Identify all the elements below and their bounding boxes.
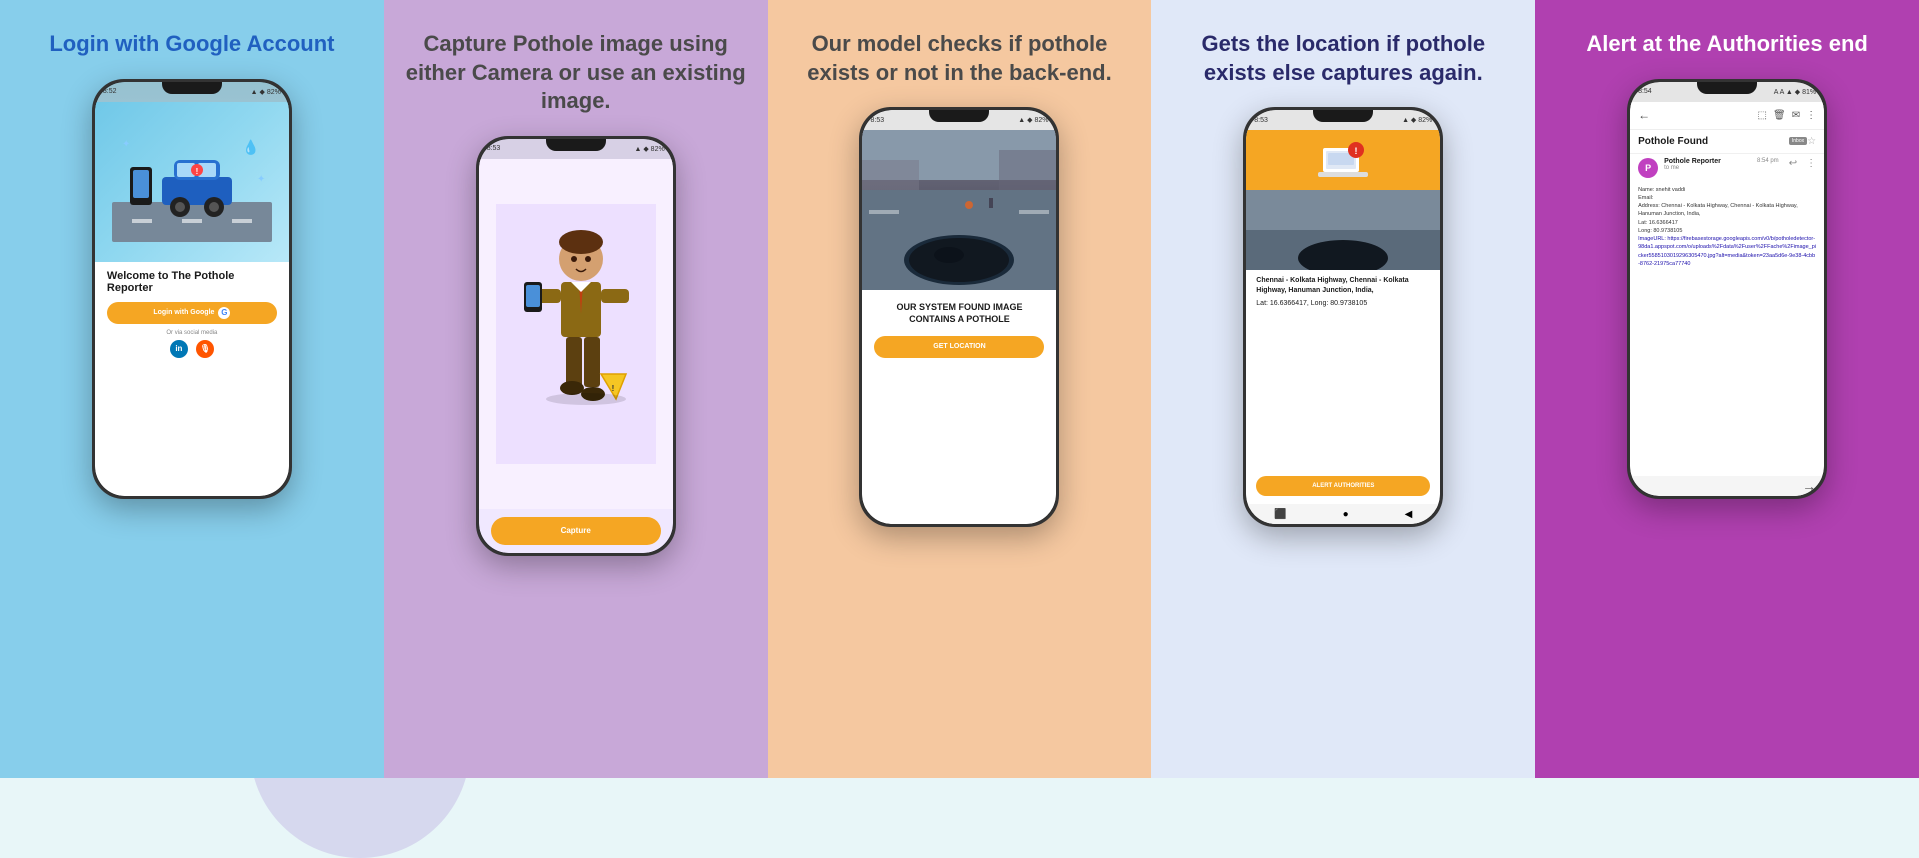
phone-2-notch: [546, 139, 606, 151]
email-forward-arrow[interactable]: →: [1802, 478, 1816, 494]
phone-4-notch: [1313, 110, 1373, 122]
email-body-imageurl: ImageURL: https://firebasestorage.google…: [1638, 235, 1816, 268]
panel-capture: Capture Pothole image using either Camer…: [384, 0, 768, 778]
phone-4-nav: ⬛ ● ◀: [1246, 504, 1440, 524]
svg-text:!: !: [611, 384, 614, 393]
svg-text:💧: 💧: [242, 139, 259, 156]
svg-text:!: !: [196, 167, 199, 176]
phone-4-photo: [1246, 190, 1440, 270]
social-icons-row: in 🎙: [107, 340, 277, 358]
sender-info: Pothole Reporter to me: [1664, 158, 1751, 171]
phone-2-screen: 8:53 ▲ ◆ 82%: [479, 139, 673, 553]
email-archive-icon[interactable]: ⬚: [1758, 110, 1767, 121]
status-time-1: 8:52: [103, 88, 117, 95]
panel-model-check: Our model checks if pothole exists or no…: [768, 0, 1152, 778]
panel-location: Gets the location if pothole exists else…: [1151, 0, 1535, 778]
model-result-area: OUR SYSTEM FOUND IMAGE CONTAINS A POTHOL…: [862, 290, 1056, 524]
sender-name: Pothole Reporter: [1664, 158, 1751, 165]
phone-1-illustration: ! 💧 ✦ ✦: [95, 102, 289, 262]
reply-icon[interactable]: ↩: [1789, 158, 1797, 169]
road-photo-svg: [862, 130, 1056, 290]
email-back-arrow[interactable]: ←: [1638, 108, 1650, 122]
email-subject: Pothole Found: [1638, 136, 1785, 147]
email-body-email: Email:: [1638, 194, 1816, 202]
nav-circle-icon[interactable]: ●: [1343, 509, 1349, 520]
phone-3-screen: 8:53 ▲ ◆ 82%: [862, 110, 1056, 524]
email-body-address: Address: Chennai - Kolkata Highway, Chen…: [1638, 202, 1816, 219]
phone-1-content: 8:52 ▲ ◆ 82%: [95, 82, 289, 496]
phone-4: 8:53 ▲ ◆ 82%: [1243, 107, 1443, 527]
panel-3-title: Our model checks if pothole exists or no…: [788, 30, 1132, 87]
panel-2-title: Capture Pothole image using either Camer…: [404, 30, 748, 116]
phone-3: 8:53 ▲ ◆ 82%: [859, 107, 1059, 527]
phone-4-location-text: Chennai - Kolkata Highway, Chennai - Kol…: [1256, 276, 1430, 296]
phone-1-login-area: Welcome to The Pothole Reporter Login wi…: [95, 262, 289, 496]
status-icons-1: ▲ ◆ 82%: [251, 88, 281, 96]
email-more-icon[interactable]: ⋮: [1806, 110, 1816, 121]
pothole-photo: [862, 130, 1056, 290]
email-header: ← ⬚ 🗑 ✉ ⋮: [1630, 102, 1824, 130]
capture-illustration-svg: !: [496, 204, 656, 464]
laptop-alert-svg: !: [1318, 140, 1368, 180]
email-body-long: Long: 80.9738105: [1638, 227, 1816, 235]
panel-4-title: Gets the location if pothole exists else…: [1171, 30, 1515, 87]
email-body: Name: snehit vaddi Email: Address: Chenn…: [1630, 182, 1824, 476]
google-login-button[interactable]: Login with Google G: [107, 302, 277, 324]
phone-4-screen: 8:53 ▲ ◆ 82%: [1246, 110, 1440, 524]
phone-2-content: 8:53 ▲ ◆ 82%: [479, 139, 673, 553]
phone-5: 8:54 A A ▲ ◆ 81% ← ⬚ 🗑 ✉ ⋮ Pothole Found: [1627, 79, 1827, 499]
email-subject-row: Pothole Found Inbox ☆: [1630, 130, 1824, 154]
get-location-button[interactable]: GET LOCATION: [874, 336, 1044, 358]
panel-login: Login with Google Account 8:52 ▲ ◆ 82%: [0, 0, 384, 778]
panel-5-title: Alert at the Authorities end: [1586, 30, 1868, 59]
email-timestamp: 8:54 pm: [1757, 158, 1779, 164]
star-icon[interactable]: ☆: [1807, 136, 1816, 147]
phone-1-screen: 8:52 ▲ ◆ 82%: [95, 82, 289, 496]
phone-4-header: !: [1246, 130, 1440, 190]
phone-3-notch: [929, 110, 989, 122]
svg-text:!: !: [1355, 146, 1358, 156]
sender-avatar: P: [1638, 158, 1658, 178]
panels-container: Login with Google Account 8:52 ▲ ◆ 82%: [0, 0, 1919, 778]
svg-text:✦: ✦: [122, 139, 130, 150]
email-sender-row: P Pothole Reporter to me 8:54 pm ↩ ⋮: [1630, 154, 1824, 182]
panel-1-title: Login with Google Account: [49, 30, 334, 59]
alert-authorities-button[interactable]: ALERT AUTHORITIES: [1256, 476, 1430, 496]
nav-back-icon[interactable]: ◀: [1405, 509, 1413, 520]
email-delete-icon[interactable]: 🗑: [1773, 110, 1786, 121]
google-g-icon: G: [218, 307, 230, 319]
email-action-icons: ⬚ 🗑 ✉ ⋮: [1758, 110, 1817, 121]
svg-text:✦: ✦: [257, 174, 265, 185]
phone-4-location-info: Chennai - Kolkata Highway, Chennai - Kol…: [1246, 270, 1440, 476]
phone-1: 8:52 ▲ ◆ 82%: [92, 79, 292, 499]
or-social-label: Or via social media: [107, 330, 277, 336]
phone4-road-svg: [1246, 190, 1440, 270]
nav-home-icon[interactable]: ⬛: [1274, 509, 1286, 520]
phone-5-screen: 8:54 A A ▲ ◆ 81% ← ⬚ 🗑 ✉ ⋮ Pothole Found: [1630, 82, 1824, 496]
email-more-icon-2[interactable]: ⋮: [1806, 158, 1816, 169]
phone-1-notch: [162, 82, 222, 94]
linkedin-icon[interactable]: in: [170, 340, 188, 358]
inbox-badge: Inbox: [1789, 137, 1807, 145]
podcast-icon[interactable]: 🎙: [196, 340, 214, 358]
phone-2: 8:53 ▲ ◆ 82%: [476, 136, 676, 556]
email-nav-bottom: →: [1630, 476, 1824, 496]
email-body-lat: Lat: 16.6366417: [1638, 219, 1816, 227]
phone-4-lat-long: Lat: 16.6366417, Long: 80.9738105: [1256, 299, 1430, 309]
welcome-text: Welcome to The Pothole Reporter: [107, 270, 277, 294]
phone-2-illustration: !: [479, 159, 673, 509]
phone-3-content: 8:53 ▲ ◆ 82%: [862, 110, 1056, 524]
email-body-name: Name: snehit vaddi: [1638, 186, 1816, 194]
phone-4-content: 8:53 ▲ ◆ 82%: [1246, 110, 1440, 524]
capture-button[interactable]: Capture: [491, 517, 661, 545]
phone-5-notch: [1697, 82, 1757, 94]
laptop-icon-container: !: [1318, 140, 1368, 180]
email-mail-icon[interactable]: ✉: [1792, 110, 1800, 121]
panel-alert: Alert at the Authorities end 8:54 A A ▲ …: [1535, 0, 1919, 778]
login-illustration-svg: ! 💧 ✦ ✦: [112, 122, 272, 242]
sender-to: to me: [1664, 165, 1751, 171]
result-text: OUR SYSTEM FOUND IMAGE CONTAINS A POTHOL…: [874, 302, 1044, 325]
